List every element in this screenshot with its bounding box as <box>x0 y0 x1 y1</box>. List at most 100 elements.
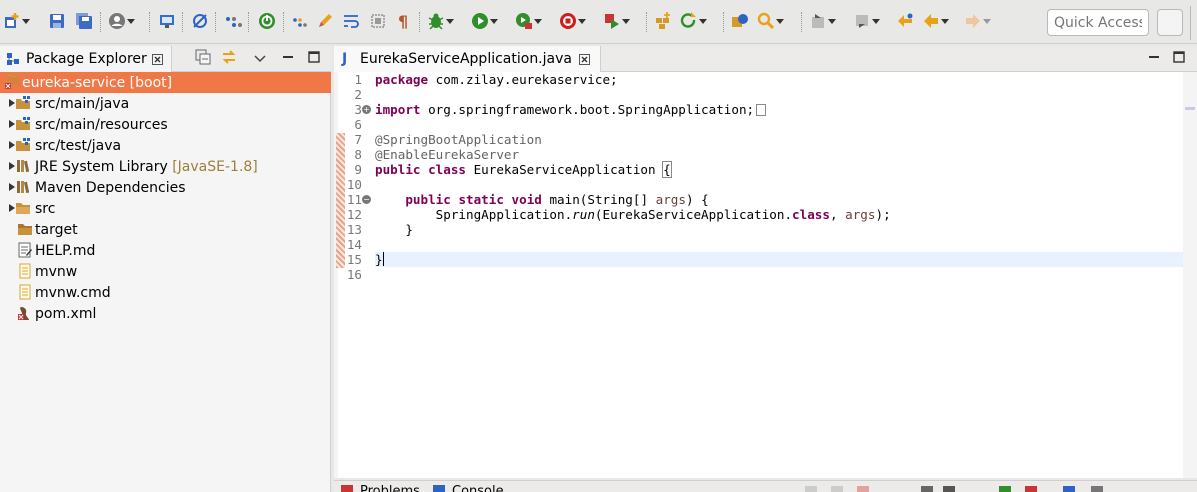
tree-item-src-main-java[interactable]: src/main/java <box>0 93 331 114</box>
console-tool-icon[interactable] <box>920 485 934 492</box>
chevron-down-icon[interactable] <box>445 12 455 30</box>
pencil-button[interactable] <box>316 10 334 32</box>
console-tool-icon[interactable] <box>856 485 870 492</box>
code-line: public static void main(String[] args) { <box>405 192 709 207</box>
new-button[interactable] <box>3 10 31 32</box>
chevron-down-icon[interactable] <box>621 12 631 30</box>
stop-button[interactable] <box>559 10 587 32</box>
save-all-button[interactable] <box>75 10 93 32</box>
tree-item-mvnw[interactable]: mvnw <box>0 261 331 282</box>
source-folder-icon <box>15 95 31 111</box>
open-perspective-button[interactable] <box>1157 9 1183 36</box>
minimize-button[interactable] <box>1145 50 1163 68</box>
forward-icon <box>964 12 982 30</box>
pilcrow-icon: ¶ <box>395 12 413 30</box>
run-external-button[interactable] <box>603 10 631 32</box>
word-wrap-button[interactable] <box>342 10 360 32</box>
toolbar-separator <box>100 12 102 32</box>
console-icon <box>432 484 446 492</box>
chevron-down-icon[interactable] <box>698 12 708 30</box>
console-tool-icon[interactable] <box>830 485 844 492</box>
overview-ruler[interactable] <box>1183 72 1197 478</box>
overview-marker[interactable] <box>1185 107 1195 110</box>
new-package-button[interactable] <box>654 10 672 32</box>
skip-breakpoints-button[interactable] <box>191 10 209 32</box>
chevron-down-icon[interactable] <box>827 12 837 30</box>
close-icon[interactable] <box>578 52 592 66</box>
folded-imports-marker[interactable] <box>756 104 767 116</box>
tree-item-label: src/main/resources <box>35 116 168 133</box>
view-menu-button[interactable] <box>251 50 269 68</box>
maximize-button[interactable] <box>305 50 323 68</box>
back-button[interactable] <box>922 10 950 32</box>
chevron-down-icon[interactable] <box>126 12 136 30</box>
chevron-down-icon[interactable] <box>871 12 881 30</box>
toggle-button[interactable] <box>224 10 242 32</box>
tab-console[interactable]: Console <box>432 484 504 492</box>
tab-eureka-service-application[interactable]: J EurekaServiceApplication.java <box>334 46 601 72</box>
show-whitespace-button[interactable]: ¶ <box>395 10 413 32</box>
save-button[interactable] <box>48 10 66 32</box>
tasks-button[interactable] <box>291 10 309 32</box>
collapse-all-button[interactable] <box>194 49 212 68</box>
chevron-down-icon[interactable] <box>982 12 992 30</box>
new-package-icon <box>654 12 672 30</box>
close-icon[interactable] <box>151 52 165 66</box>
prev-annotation-button[interactable] <box>853 10 881 32</box>
console-tool-icon[interactable] <box>1090 485 1104 492</box>
console-tool-icon[interactable] <box>1062 485 1076 492</box>
line-number: 14 <box>346 237 362 252</box>
refresh-button[interactable] <box>680 10 708 32</box>
maximize-button[interactable] <box>1170 50 1188 68</box>
code-line: package com.zilay.eurekaservice; <box>375 72 618 87</box>
tree-item-target[interactable]: target <box>0 219 331 240</box>
tree-item-src[interactable]: src <box>0 198 331 219</box>
chevron-down-icon[interactable] <box>21 12 31 30</box>
code-editor[interactable]: 1 2 3 + 6 7 8 9 10 11 − 12 13 14 15 16 p… <box>334 72 1197 478</box>
coverage-button[interactable] <box>515 10 543 32</box>
code-area[interactable]: package com.zilay.eurekaservice; import … <box>375 72 1197 478</box>
console-tool-icon[interactable] <box>998 485 1012 492</box>
fold-collapse-icon[interactable]: − <box>362 195 371 204</box>
tree-item-mvnw-cmd[interactable]: mvnw.cmd <box>0 282 331 303</box>
monitor-button[interactable] <box>158 10 176 32</box>
console-tool-icon[interactable] <box>804 485 818 492</box>
tree-item-maven-dependencies[interactable]: Maven Dependencies <box>0 177 331 198</box>
next-annotation-button[interactable] <box>809 10 837 32</box>
tree-item-src-test-java[interactable]: src/test/java <box>0 135 331 156</box>
chevron-down-icon[interactable] <box>577 12 587 30</box>
console-tool-icon[interactable] <box>1024 485 1038 492</box>
search-button[interactable] <box>757 10 785 32</box>
debug-button[interactable] <box>427 10 455 32</box>
link-with-editor-button[interactable] <box>220 50 238 68</box>
tree-item-help-md[interactable]: HELP.md <box>0 240 331 261</box>
debug-icon <box>427 12 445 30</box>
chevron-down-icon[interactable] <box>775 12 785 30</box>
tab-package-explorer[interactable]: Package Explorer <box>0 46 172 72</box>
forward-button[interactable] <box>964 10 992 32</box>
line-number: 9 <box>354 162 362 177</box>
package-explorer-view: Package Explorer eureka-service [boot] s… <box>0 46 331 492</box>
last-edit-button[interactable] <box>896 10 914 32</box>
tree-item-project[interactable]: eureka-service [boot] <box>0 72 331 93</box>
chevron-down-icon[interactable] <box>940 12 950 30</box>
quick-access-input[interactable] <box>1047 9 1149 36</box>
block-select-button[interactable] <box>369 10 387 32</box>
tree-item-src-main-resources[interactable]: src/main/resources <box>0 114 331 135</box>
spring-boot-button[interactable] <box>258 10 276 32</box>
run-button[interactable] <box>471 10 499 32</box>
tab-problems[interactable]: Problems <box>340 484 420 492</box>
minimize-button[interactable] <box>279 50 297 68</box>
console-tool-icon[interactable] <box>942 485 956 492</box>
tree-item-pom-xml[interactable]: pom.xml <box>0 303 331 324</box>
source-folder-icon <box>15 116 31 132</box>
main-toolbar: ¶ <box>0 0 1197 44</box>
fold-expand-icon[interactable]: + <box>362 105 371 114</box>
open-type-button[interactable] <box>731 10 749 32</box>
line-number: 12 <box>346 207 362 222</box>
annotation-next-icon <box>809 12 827 30</box>
tree-item-jre-library[interactable]: JRE System Library [JavaSE-1.8] <box>0 156 331 177</box>
chevron-down-icon[interactable] <box>533 12 543 30</box>
chevron-down-icon[interactable] <box>489 12 499 30</box>
profile-button[interactable] <box>108 10 136 32</box>
